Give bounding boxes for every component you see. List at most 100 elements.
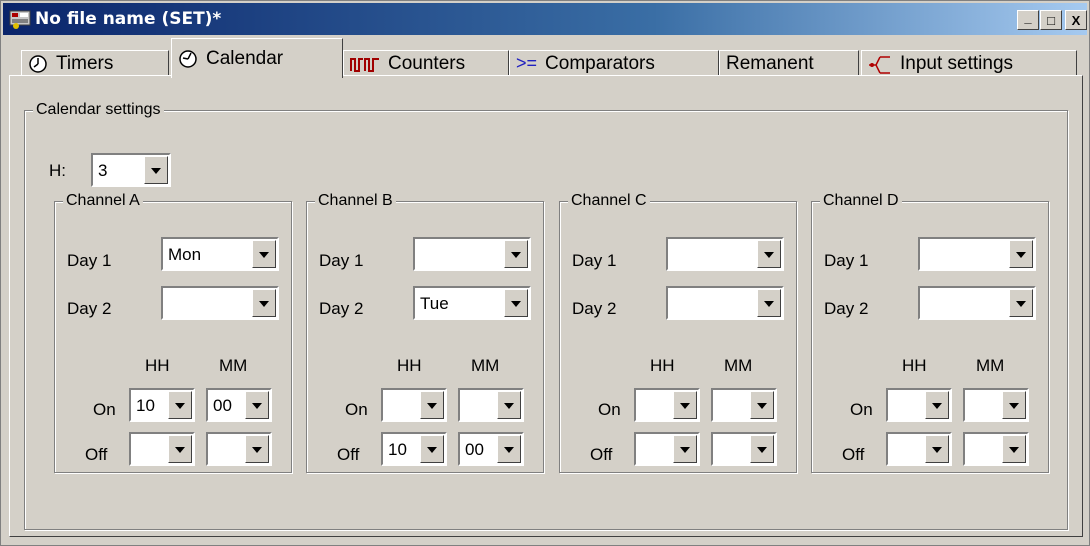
hh-label: HH [902, 356, 927, 375]
close-button[interactable]: X [1065, 10, 1087, 30]
chevron-down-icon[interactable] [673, 391, 697, 419]
input-icon [869, 55, 890, 74]
chevron-down-icon[interactable] [497, 391, 521, 419]
channel-c-on-mm-select[interactable] [711, 388, 777, 422]
calendar-settings-label: Calendar settings [33, 101, 164, 119]
counter-icon [350, 57, 379, 72]
chevron-down-icon[interactable] [1009, 289, 1033, 317]
h-label: H: [49, 161, 66, 180]
channel-d-on-mm-select[interactable] [963, 388, 1029, 422]
tab-timers[interactable]: Timers [21, 50, 169, 76]
chevron-down-icon[interactable] [750, 391, 774, 419]
channel-c-day2-select[interactable] [666, 286, 784, 320]
day1-label: Day 1 [572, 251, 617, 270]
window-title: No file name (SET)* [35, 9, 222, 29]
chevron-down-icon[interactable] [757, 289, 781, 317]
hh-label: HH [650, 356, 675, 375]
tab-counters-label: Counters [388, 52, 466, 74]
channel-b-on-hh-select[interactable] [381, 388, 447, 422]
channel-c-on-hh-select[interactable] [634, 388, 700, 422]
tab-comparators[interactable]: >= Comparators [509, 50, 719, 76]
off-label: Off [590, 445, 613, 464]
hh-label: HH [397, 356, 422, 375]
on-label: On [598, 400, 621, 419]
day2-label: Day 2 [824, 299, 869, 318]
channel-d-label: Channel D [820, 192, 902, 210]
channel-a-on-mm-select[interactable]: 00 [206, 388, 272, 422]
tab-input-settings[interactable]: Input settings [861, 50, 1077, 76]
channel-a-label: Channel A [63, 192, 143, 210]
channel-d-off-mm-select[interactable] [963, 432, 1029, 466]
chevron-down-icon[interactable] [245, 391, 269, 419]
hh-label: HH [145, 356, 170, 375]
channel-a-group: Channel A Day 1 Mon Day 2 HH MM On 10 00 Off [54, 192, 292, 473]
channel-a-on-hh-select[interactable]: 10 [129, 388, 195, 422]
chevron-down-icon[interactable] [1002, 391, 1026, 419]
chevron-down-icon[interactable] [420, 391, 444, 419]
chevron-down-icon[interactable] [497, 435, 521, 463]
on-label: On [93, 400, 116, 419]
tab-remanent-label: Remanent [726, 52, 814, 74]
day2-label: Day 2 [319, 299, 364, 318]
day1-label: Day 1 [319, 251, 364, 270]
on-label: On [850, 400, 873, 419]
tab-remanent[interactable]: Remanent [719, 50, 859, 76]
app-icon [9, 10, 31, 29]
tab-counters[interactable]: Counters [343, 50, 509, 76]
day2-label: Day 2 [67, 299, 112, 318]
channel-b-off-mm-select[interactable]: 00 [458, 432, 524, 466]
day2-label: Day 2 [572, 299, 617, 318]
channel-d-on-hh-select[interactable] [886, 388, 952, 422]
maximize-button[interactable]: □ [1040, 10, 1062, 30]
chevron-down-icon[interactable] [144, 156, 168, 184]
chevron-down-icon[interactable] [1002, 435, 1026, 463]
channel-c-off-mm-select[interactable] [711, 432, 777, 466]
chevron-down-icon[interactable] [925, 435, 949, 463]
channel-d-day2-select[interactable] [918, 286, 1036, 320]
chevron-down-icon[interactable] [245, 435, 269, 463]
channel-b-day1-select[interactable] [413, 237, 531, 271]
off-label: Off [842, 445, 865, 464]
minimize-button[interactable]: _ [1017, 10, 1039, 30]
tab-input-settings-label: Input settings [900, 52, 1014, 74]
channel-c-day1-select[interactable] [666, 237, 784, 271]
chevron-down-icon[interactable] [168, 391, 192, 419]
on-label: On [345, 400, 368, 419]
chevron-down-icon[interactable] [504, 240, 528, 268]
calendar-panel: Calendar settings H: 3 Channel A Day 1 Mon… [9, 75, 1083, 537]
chevron-down-icon[interactable] [420, 435, 444, 463]
channel-c-off-hh-select[interactable] [634, 432, 700, 466]
tab-calendar[interactable]: Calendar [171, 38, 343, 78]
chevron-down-icon[interactable] [252, 240, 276, 268]
channel-a-day1-select[interactable]: Mon [161, 237, 279, 271]
channel-d-day1-select[interactable] [918, 237, 1036, 271]
title-bar[interactable]: No file name (SET)* _ □ X [3, 3, 1087, 35]
tab-timers-label: Timers [56, 52, 114, 74]
channel-d-off-hh-select[interactable] [886, 432, 952, 466]
channel-b-day2-select[interactable]: Tue [413, 286, 531, 320]
channel-b-on-mm-select[interactable] [458, 388, 524, 422]
chevron-down-icon[interactable] [504, 289, 528, 317]
app-window: No file name (SET)* _ □ X Timers Calenda… [0, 0, 1090, 546]
chevron-down-icon[interactable] [1009, 240, 1033, 268]
chevron-down-icon[interactable] [757, 240, 781, 268]
chevron-down-icon[interactable] [673, 435, 697, 463]
off-label: Off [337, 445, 360, 464]
channel-b-group: Channel B Day 1 Day 2 Tue HH MM On Off 10 00 [306, 192, 544, 473]
chevron-down-icon[interactable] [168, 435, 192, 463]
channel-a-day2-select[interactable] [161, 286, 279, 320]
day1-label: Day 1 [824, 251, 869, 270]
channel-c-group: Channel C Day 1 Day 2 HH MM On Off [559, 192, 797, 473]
channel-b-off-hh-select[interactable]: 10 [381, 432, 447, 466]
day1-label: Day 1 [67, 251, 112, 270]
chevron-down-icon[interactable] [925, 391, 949, 419]
channel-a-off-mm-select[interactable] [206, 432, 272, 466]
channel-a-off-hh-select[interactable] [129, 432, 195, 466]
h-select[interactable]: 3 [91, 153, 171, 187]
mm-label: MM [724, 356, 753, 375]
chevron-down-icon[interactable] [252, 289, 276, 317]
clock-icon [29, 54, 47, 73]
chevron-down-icon[interactable] [750, 435, 774, 463]
channel-c-label: Channel C [568, 192, 650, 210]
tab-calendar-label: Calendar [206, 47, 284, 69]
